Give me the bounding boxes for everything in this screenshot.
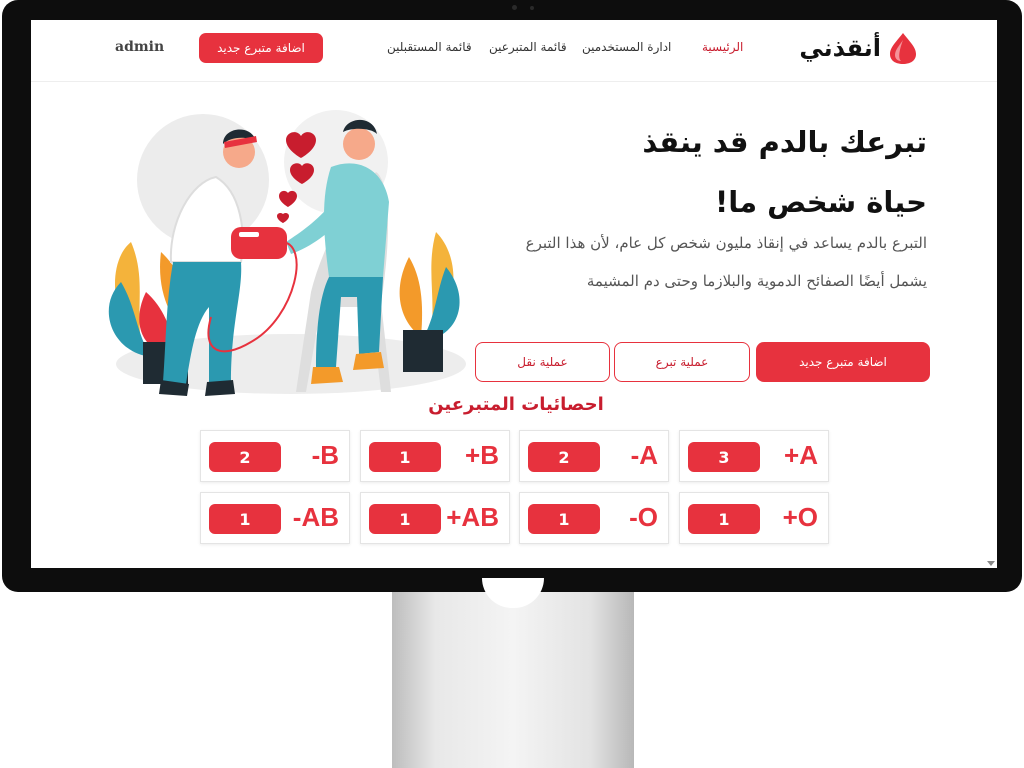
stat-blood-type: -A bbox=[630, 440, 658, 470]
stat-blood-type: +B bbox=[465, 440, 499, 470]
stat-count: 1 bbox=[209, 504, 281, 534]
stat-blood-type: -O bbox=[629, 502, 658, 532]
hero-title-line-1: تبرعك بالدم قد ينقذ bbox=[642, 125, 927, 159]
nav-item-users-management[interactable]: ادارة المستخدمين bbox=[582, 40, 671, 54]
stat-blood-type: +A bbox=[784, 440, 818, 470]
nav-add-donor-button[interactable]: اضافة متبرع جديد bbox=[199, 33, 323, 63]
stat-card-ab-negative: 1 -AB bbox=[200, 492, 350, 544]
transfer-operation-button[interactable]: عملية نقل bbox=[475, 342, 610, 382]
monitor-frame: أنقذني الرئيسية ادارة المستخدمين قائمة ا… bbox=[2, 0, 1022, 592]
nav-item-home[interactable]: الرئيسية bbox=[702, 40, 743, 54]
hero-title-line-2: حياة شخص ما! bbox=[715, 185, 927, 219]
monitor-stand bbox=[392, 592, 634, 768]
scroll-down-arrow-icon[interactable] bbox=[987, 561, 995, 566]
hero-title: تبرعك بالدم قد ينقذ حياة شخص ما! bbox=[507, 112, 927, 232]
navbar: أنقذني الرئيسية ادارة المستخدمين قائمة ا… bbox=[31, 20, 997, 82]
stat-count: 1 bbox=[369, 442, 441, 472]
stat-card-o-negative: 1 -O bbox=[519, 492, 669, 544]
hero-description: التبرع بالدم يساعد في إنقاذ مليون شخص كل… bbox=[525, 234, 927, 290]
brand[interactable]: أنقذني bbox=[799, 28, 919, 68]
donation-operation-button[interactable]: عملية تبرع bbox=[614, 342, 750, 382]
stat-blood-type: +O bbox=[782, 502, 818, 532]
stat-blood-type: +AB bbox=[446, 502, 499, 532]
stat-count: 1 bbox=[688, 504, 760, 534]
stat-count: 2 bbox=[209, 442, 281, 472]
stat-blood-type: -AB bbox=[292, 502, 339, 532]
stat-count: 2 bbox=[528, 442, 600, 472]
stat-card-o-positive: 1 +O bbox=[679, 492, 829, 544]
stat-count: 1 bbox=[528, 504, 600, 534]
stat-card-b-positive: 1 +B bbox=[360, 430, 510, 482]
camera-icon bbox=[512, 5, 517, 10]
add-donor-button[interactable]: اضافة متبرع جديد bbox=[756, 342, 930, 382]
stats-title: احصائيات المتبرعين bbox=[428, 394, 604, 415]
nav-item-donors-list[interactable]: قائمة المتبرعين bbox=[489, 40, 567, 54]
blood-drop-icon bbox=[890, 33, 916, 64]
brand-name: أنقذني bbox=[799, 34, 881, 62]
nav-item-recipients-list[interactable]: قائمة المستقبلين bbox=[387, 40, 472, 54]
stat-card-a-negative: 2 -A bbox=[519, 430, 669, 482]
user-menu[interactable]: admin bbox=[115, 39, 164, 55]
camera-sensor-icon bbox=[530, 6, 534, 10]
stat-card-a-positive: 3 +A bbox=[679, 430, 829, 482]
stat-count: 1 bbox=[369, 504, 441, 534]
browser-screen: أنقذني الرئيسية ادارة المستخدمين قائمة ا… bbox=[31, 20, 997, 568]
stat-count: 3 bbox=[688, 442, 760, 472]
stat-card-b-negative: 2 -B bbox=[200, 430, 350, 482]
stat-blood-type: -B bbox=[311, 440, 339, 470]
stat-card-ab-positive: 1 +AB bbox=[360, 492, 510, 544]
blood-donation-illustration bbox=[108, 110, 466, 396]
